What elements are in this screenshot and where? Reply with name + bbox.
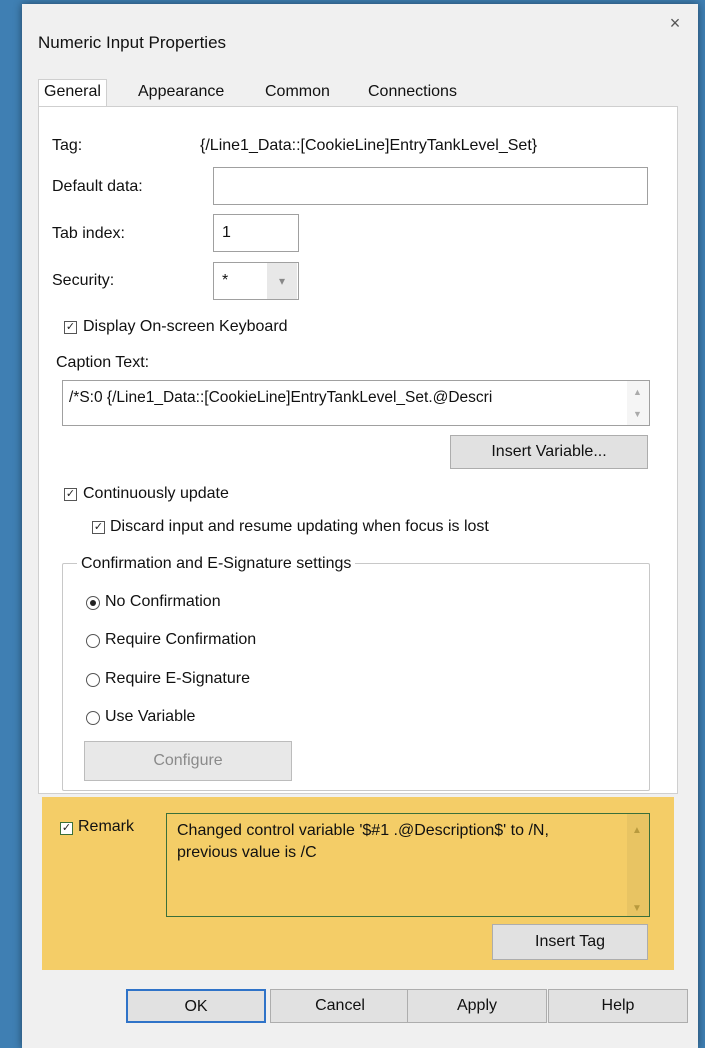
- configure-button[interactable]: Configure: [84, 741, 292, 781]
- no-confirmation-label: No Confirmation: [105, 593, 221, 610]
- caption-text-field[interactable]: /*S:0 {/Line1_Data::[CookieLine]EntryTan…: [62, 380, 650, 426]
- radio-selected-dot: [90, 600, 96, 606]
- ok-button[interactable]: OK: [126, 989, 266, 1023]
- remark-scrollbar[interactable]: ▲ ▼: [627, 814, 649, 916]
- caption-text-value: /*S:0 {/Line1_Data::[CookieLine]EntryTan…: [69, 389, 493, 406]
- insert-variable-button[interactable]: Insert Variable...: [450, 435, 648, 469]
- tab-index-field[interactable]: 1: [213, 214, 299, 252]
- scroll-down-icon[interactable]: ▼: [632, 898, 642, 920]
- tag-label: Tag:: [52, 137, 83, 154]
- tab-index-label: Tab index:: [52, 225, 125, 242]
- scroll-up-icon[interactable]: ▲: [632, 820, 642, 842]
- remark-checkbox[interactable]: ✓: [60, 822, 73, 835]
- insert-tag-button[interactable]: Insert Tag: [492, 924, 648, 960]
- scroll-down-icon[interactable]: ▼: [633, 409, 642, 419]
- dialog-title: Numeric Input Properties: [38, 33, 227, 52]
- display-keyboard-checkbox[interactable]: ✓: [64, 321, 77, 334]
- security-value: *: [222, 272, 229, 289]
- check-icon: ✓: [65, 321, 76, 333]
- display-keyboard-label: Display On-screen Keyboard: [83, 318, 288, 335]
- require-confirmation-radio[interactable]: [86, 634, 100, 648]
- continuously-update-checkbox[interactable]: ✓: [64, 488, 77, 501]
- use-variable-label: Use Variable: [105, 708, 196, 725]
- security-label: Security:: [52, 272, 115, 289]
- tab-appearance[interactable]: Appearance: [133, 80, 229, 106]
- continuously-update-label: Continuously update: [83, 485, 229, 502]
- close-icon[interactable]: ×: [662, 10, 688, 36]
- require-confirmation-label: Require Confirmation: [105, 631, 257, 648]
- no-confirmation-radio[interactable]: [86, 596, 100, 610]
- tab-connections[interactable]: Connections: [363, 80, 462, 106]
- remark-text-value: Changed control variable '$#1 .@Descript…: [177, 822, 549, 861]
- check-icon: ✓: [93, 521, 104, 533]
- remark-text-field[interactable]: Changed control variable '$#1 .@Descript…: [166, 813, 650, 917]
- require-esignature-label: Require E-Signature: [105, 670, 250, 687]
- tab-common[interactable]: Common: [260, 80, 335, 106]
- tab-general[interactable]: General: [38, 79, 107, 107]
- cancel-button[interactable]: Cancel: [270, 989, 410, 1023]
- security-select[interactable]: * ▾: [213, 262, 299, 300]
- default-data-field[interactable]: [213, 167, 648, 205]
- discard-input-label: Discard input and resume updating when f…: [110, 518, 489, 535]
- default-data-label: Default data:: [52, 178, 143, 195]
- chevron-down-icon[interactable]: ▾: [267, 263, 297, 299]
- check-icon: ✓: [65, 488, 76, 500]
- require-esignature-radio[interactable]: [86, 673, 100, 687]
- remark-label: Remark: [78, 818, 135, 835]
- check-icon: ✓: [61, 822, 72, 834]
- discard-input-checkbox[interactable]: ✓: [92, 521, 105, 534]
- tag-value: {/Line1_Data::[CookieLine]EntryTankLevel…: [200, 137, 538, 154]
- apply-button[interactable]: Apply: [407, 989, 547, 1023]
- confirmation-group-label: Confirmation and E-Signature settings: [77, 555, 356, 573]
- scroll-up-icon[interactable]: ▲: [633, 387, 642, 397]
- numeric-input-properties-dialog: Numeric Input Properties × General Appea…: [22, 4, 698, 1048]
- help-button[interactable]: Help: [548, 989, 688, 1023]
- caption-scrollbar[interactable]: ▲ ▼: [627, 381, 649, 425]
- caption-text-label: Caption Text:: [56, 354, 150, 371]
- use-variable-radio[interactable]: [86, 711, 100, 725]
